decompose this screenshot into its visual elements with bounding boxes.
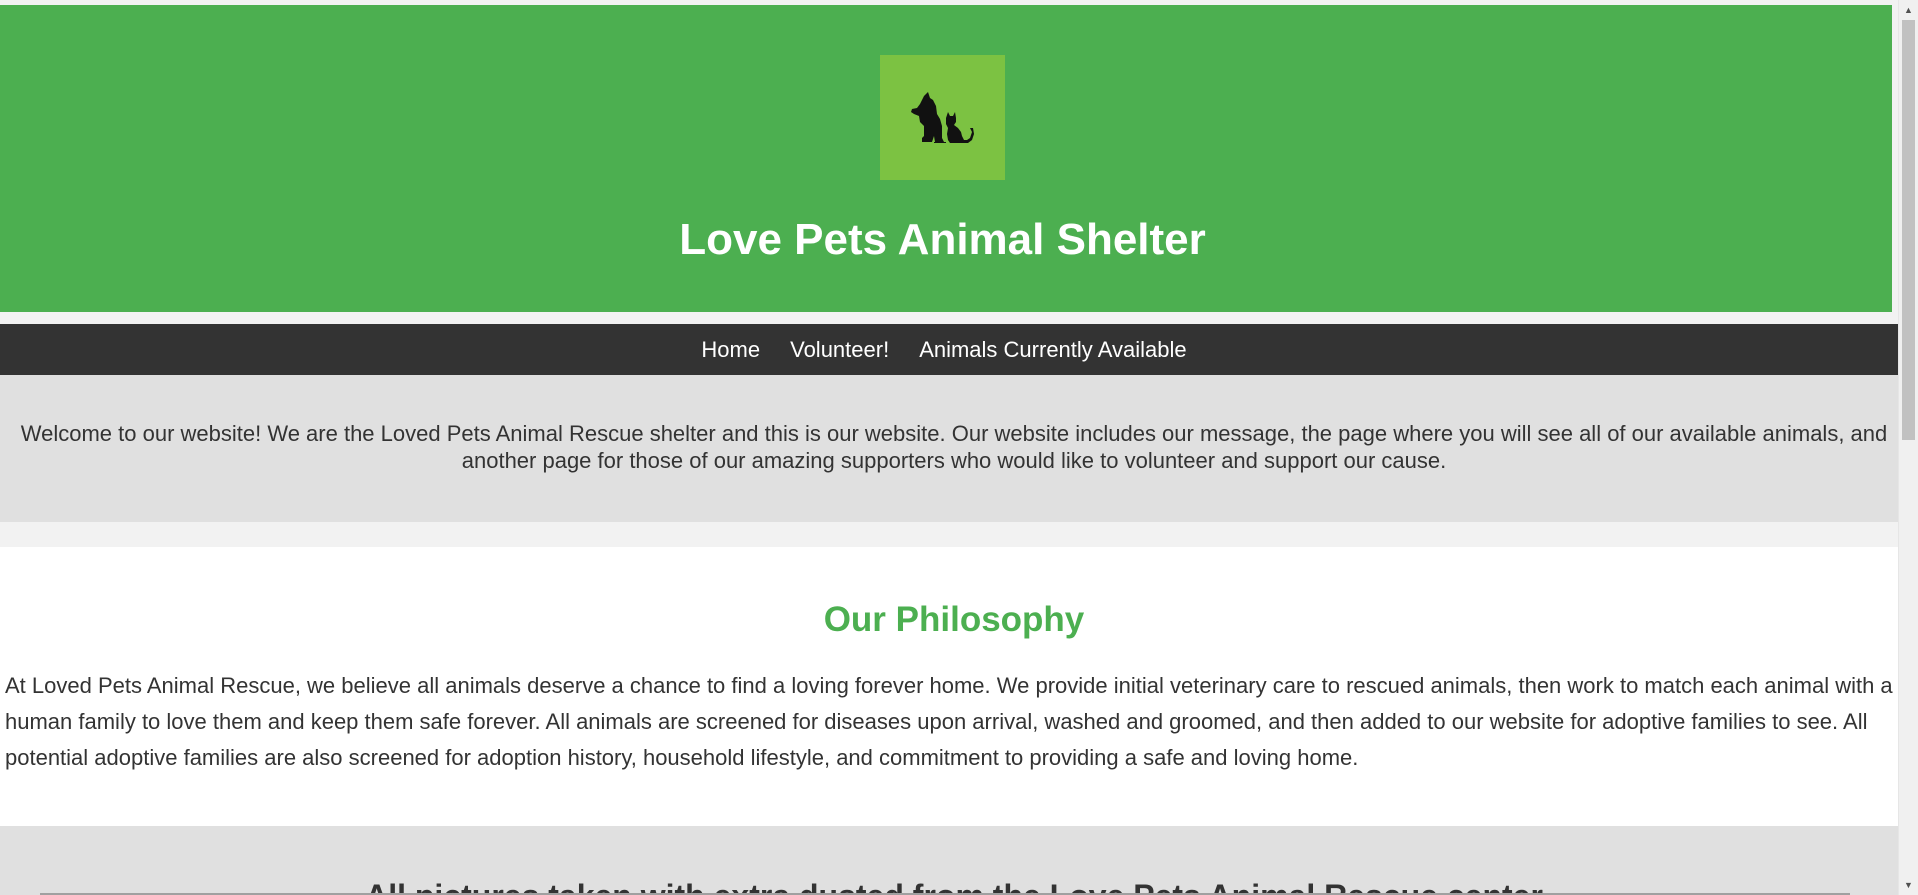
philosophy-title: Our Philosophy — [823, 600, 1085, 639]
site-title: Love Pets Animal Shelter — [679, 215, 1206, 264]
nav-link-volunteer[interactable]: Volunteer! — [790, 324, 889, 375]
philosophy-text: At Loved Pets Animal Rescue, we believe … — [5, 673, 1893, 770]
site-header: Love Pets Animal Shelter — [0, 5, 1892, 312]
pictures-section: All pictures taken with extra dusted fro… — [0, 826, 1898, 895]
page-scrollbar[interactable]: ▲ ▼ — [1898, 0, 1918, 895]
scroll-thumb[interactable] — [1902, 20, 1915, 440]
nav-link-home[interactable]: Home — [701, 324, 760, 375]
philosophy-section: Our Philosophy At Loved Pets Animal Resc… — [0, 547, 1898, 826]
scroll-down-arrow-icon[interactable]: ▼ — [1899, 875, 1918, 895]
scroll-up-arrow-icon[interactable]: ▲ — [1899, 0, 1918, 20]
nav-link-animals-available[interactable]: Animals Currently Available — [919, 324, 1186, 375]
main-nav: Home Volunteer! Animals Currently Availa… — [0, 324, 1898, 375]
page: Love Pets Animal Shelter Home Volunteer!… — [0, 0, 1918, 895]
dog-and-cat-icon — [910, 91, 974, 143]
welcome-section: Welcome to our website! We are the Loved… — [0, 375, 1898, 522]
logo — [880, 55, 1005, 180]
welcome-text: Welcome to our website! We are the Loved… — [20, 421, 1888, 473]
page-content: Love Pets Animal Shelter Home Volunteer!… — [0, 0, 1898, 895]
